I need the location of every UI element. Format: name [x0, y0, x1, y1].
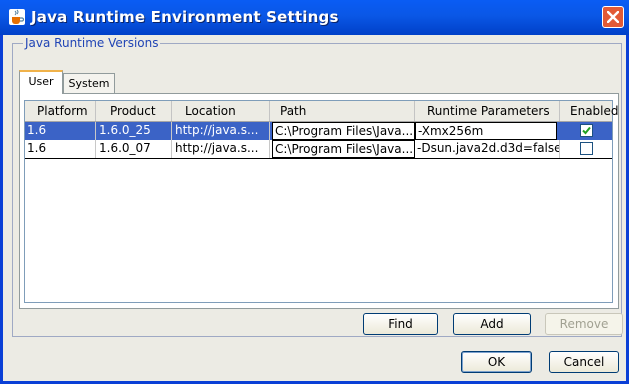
column-header-runtime-parameters[interactable]: Runtime Parameters: [415, 101, 560, 121]
add-button[interactable]: Add: [453, 313, 531, 335]
enabled-checkbox[interactable]: [580, 142, 593, 155]
find-button[interactable]: Find: [363, 313, 438, 335]
column-header-platform[interactable]: Platform: [25, 101, 96, 121]
table-row[interactable]: 1.6 1.6.0_07 http://java.s... C:\Program…: [25, 140, 612, 159]
column-header-product[interactable]: Product: [96, 101, 172, 121]
tab-user[interactable]: User: [19, 70, 63, 94]
user-tab-panel: Platform Product Location Path Runtime P…: [19, 93, 619, 309]
column-header-location[interactable]: Location: [172, 101, 270, 121]
cell-product[interactable]: 1.6.0_25: [96, 122, 172, 140]
window-title: Java Runtime Environment Settings: [31, 8, 339, 26]
title-bar[interactable]: Java Runtime Environment Settings: [0, 0, 629, 35]
cell-runtime-parameters[interactable]: -Xmx256m: [415, 122, 557, 140]
column-header-enabled[interactable]: Enabled: [560, 101, 619, 121]
cancel-button[interactable]: Cancel: [549, 351, 619, 373]
remove-button[interactable]: Remove: [545, 313, 623, 335]
enabled-checkbox[interactable]: [580, 124, 593, 137]
cell-path[interactable]: C:\Program Files\Java...: [272, 140, 415, 158]
jre-settings-dialog: Java Runtime Environment Settings Java R…: [0, 0, 629, 384]
column-header-path[interactable]: Path: [270, 101, 415, 121]
cell-location[interactable]: http://java.s...: [172, 122, 270, 140]
close-button[interactable]: [602, 6, 624, 28]
cell-platform[interactable]: 1.6: [25, 140, 96, 158]
tab-label: User: [28, 75, 54, 88]
cell-product[interactable]: 1.6.0_07: [96, 140, 172, 158]
table-row[interactable]: 1.6 1.6.0_25 http://java.s... C:\Program…: [25, 122, 612, 140]
cell-platform[interactable]: 1.6: [25, 122, 96, 140]
cell-path[interactable]: C:\Program Files\Java...: [272, 122, 415, 140]
close-icon: [607, 11, 619, 23]
checkmark-icon: [582, 126, 591, 135]
cell-runtime-parameters[interactable]: -Dsun.java2d.d3d=false: [415, 140, 560, 158]
jre-table[interactable]: Platform Product Location Path Runtime P…: [24, 100, 619, 303]
tab-label: System: [68, 77, 110, 90]
cell-location[interactable]: http://java.s...: [172, 140, 270, 158]
group-title: Java Runtime Versions: [23, 36, 161, 50]
java-cup-icon: [9, 9, 25, 25]
tab-system[interactable]: System: [63, 73, 115, 93]
table-header: Platform Product Location Path Runtime P…: [25, 101, 619, 122]
ok-button[interactable]: OK: [461, 351, 532, 373]
